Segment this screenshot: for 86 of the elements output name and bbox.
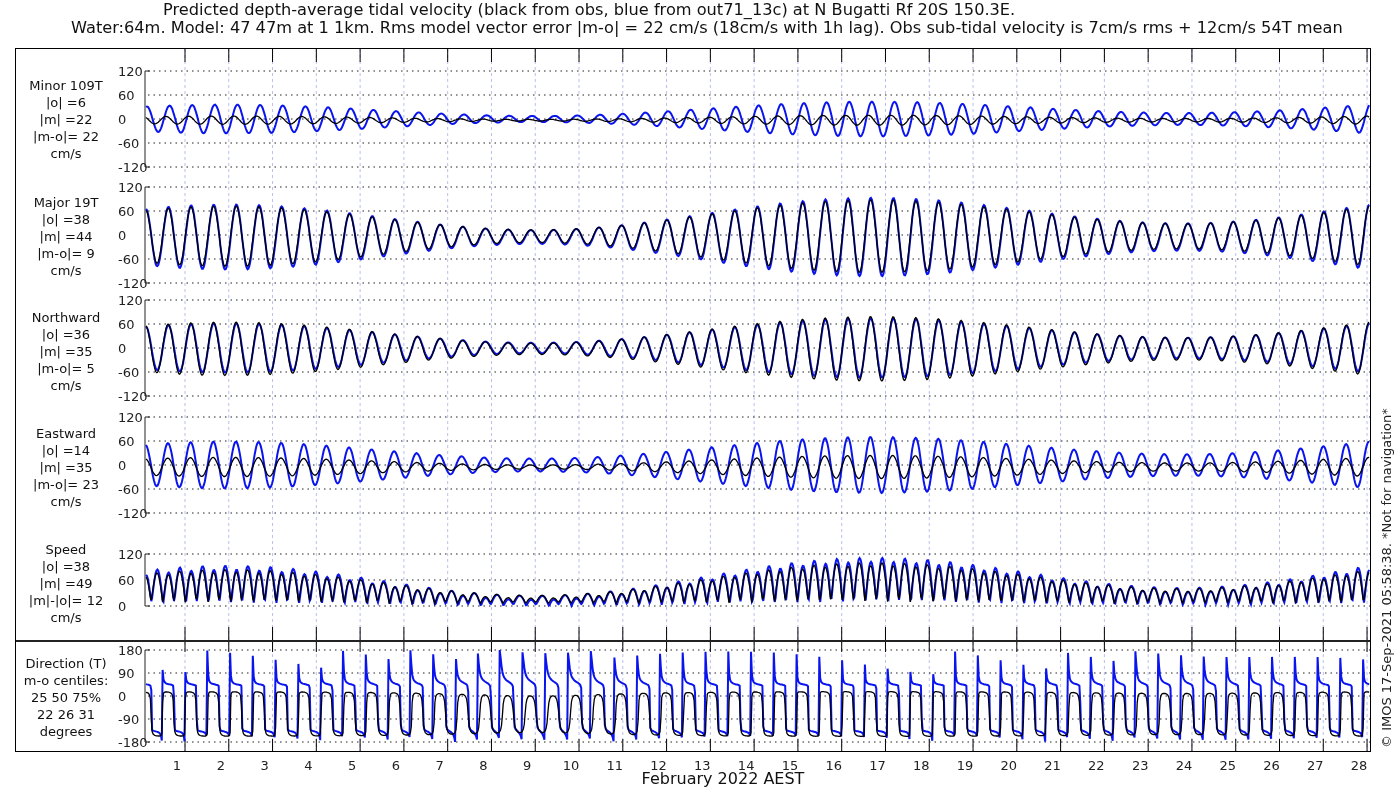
y-tick-label: -90: [118, 712, 140, 727]
y-tick-label: 0: [118, 228, 127, 243]
x-tick-label: 17: [869, 758, 886, 773]
x-tick-label: 9: [523, 758, 532, 773]
panel-label: |m| =35: [39, 343, 93, 360]
panel-label: |o| =14: [41, 442, 91, 459]
y-tick-label: -120: [118, 506, 148, 521]
x-tick-label: 2: [216, 758, 225, 773]
y-tick-label: -60: [118, 365, 140, 380]
panel-label: 22 26 31: [37, 706, 95, 723]
y-tick-label: 0: [118, 458, 127, 473]
y-tick-label: -120: [118, 276, 148, 291]
panel-label: cm/s: [50, 377, 82, 394]
x-tick-label: 27: [1307, 758, 1324, 773]
y-tick-label: 60: [118, 317, 135, 332]
x-tick-label: 25: [1219, 758, 1236, 773]
panel-label: |o| =6: [46, 94, 86, 111]
y-tick-label: -60: [118, 482, 140, 497]
x-tick-label: 7: [435, 758, 444, 773]
x-tick-label: 3: [260, 758, 269, 773]
panel-label: cm/s: [50, 145, 82, 162]
y-tick-label: 0: [118, 599, 127, 614]
x-tick-label: 23: [1131, 758, 1149, 773]
y-tick-label: 60: [118, 88, 135, 103]
panel-label: |m-o|= 23: [33, 476, 99, 493]
panel-label: Minor 109T: [29, 77, 103, 94]
x-tick-label: 1: [172, 758, 182, 773]
x-tick-label: 26: [1263, 758, 1280, 773]
x-tick-label: 16: [825, 758, 842, 773]
x-tick-label: 28: [1350, 758, 1368, 773]
x-tick-label: 19: [956, 758, 974, 773]
x-tick-label: 21: [1044, 758, 1061, 773]
y-tick-label: -120: [118, 389, 148, 404]
panel-label: 25 50 75%: [30, 689, 102, 706]
panel-label: |m-o|= 22: [33, 128, 99, 145]
copyright-notice: © IMOS 17-Sep-2021 05:58:38. *Not for navigation*: [1379, 408, 1394, 748]
panel-label: cm/s: [50, 262, 82, 279]
y-tick-label: 60: [118, 434, 135, 449]
panel-label: Eastward: [36, 425, 96, 442]
y-tick-label: 180: [118, 643, 143, 658]
x-tick-label: 5: [348, 758, 357, 773]
x-tick-label: 8: [479, 758, 488, 773]
x-tick-label: 20: [1000, 758, 1018, 773]
x-tick-label: 22: [1088, 758, 1105, 773]
y-axis-line: [144, 553, 151, 607]
panel-label: Northward: [31, 309, 101, 326]
panel-label: cm/s: [50, 493, 82, 510]
panel-label: |m| =35: [39, 459, 93, 476]
panel-label: |o| =36: [41, 326, 91, 343]
y-tick-label: -120: [118, 160, 148, 175]
y-tick-label: 120: [118, 547, 143, 562]
y-tick-label: -60: [118, 136, 140, 151]
y-tick-label: 120: [118, 180, 143, 195]
x-tick-label: 6: [391, 758, 401, 773]
panel-label: cm/s: [50, 609, 82, 626]
panel-label: |m|-|o|= 12: [28, 592, 104, 609]
x-tick-label: 11: [606, 758, 624, 773]
y-tick-label: -60: [118, 252, 140, 267]
panel-label: m-o centiles:: [23, 672, 109, 689]
y-tick-label: -180: [118, 735, 148, 750]
panel-label: |m| =44: [39, 228, 93, 245]
panel-label: |o| =38: [41, 558, 91, 575]
panel-label: degrees: [39, 723, 93, 740]
panel-label: |m-o|= 9: [37, 245, 95, 262]
chart-title: Predicted depth-average tidal velocity (black from obs, blue from out71_13c) at N Bugatti Rf 20S 150.3E.: [162, 0, 1017, 19]
panel-label: |o| =38: [41, 211, 91, 228]
y-tick-label: 0: [118, 341, 127, 356]
y-tick-label: 0: [118, 112, 127, 127]
panel-label: |m| =49: [39, 575, 93, 592]
panel-label: |m-o|= 5: [37, 360, 95, 377]
x-tick-label: 4: [304, 758, 313, 773]
x-tick-label: 24: [1175, 758, 1193, 773]
panel-label: Speed: [45, 541, 87, 558]
panel-label: Major 19T: [33, 194, 99, 211]
x-tick-label: 18: [913, 758, 930, 773]
y-tick-label: 60: [118, 204, 135, 219]
y-tick-label: 120: [118, 64, 143, 79]
y-tick-label: 90: [118, 666, 135, 681]
y-tick-label: 120: [118, 293, 143, 308]
y-tick-label: 60: [118, 573, 135, 588]
panel-label: |m| =22: [39, 111, 93, 128]
y-tick-label: 0: [118, 689, 127, 704]
chart-subtitle: Water:64m. Model: 47 47m at 1 1km. Rms model vector error |m-o| = 22 cm/s (18cm/s with 1h lag). Obs sub-tidal velocity is 7cm/s rms + 12cm/s 54T mean: [70, 19, 1344, 37]
x-tick-label: 10: [562, 758, 580, 773]
panel-label: Direction (T): [25, 655, 107, 672]
y-tick-label: 120: [118, 410, 143, 425]
